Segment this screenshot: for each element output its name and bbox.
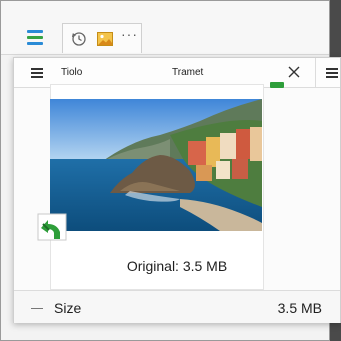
header-tab-left[interactable]: Tiolo [61,67,82,78]
screen: ··· Tiolo Tramet Original: 3.5 MB Size 3… [0,0,341,341]
size-label: Size [54,300,82,316]
original-size-caption: Original: 3.5 MB [126,258,228,274]
side-menu-icon[interactable] [326,68,338,78]
footer-dash [31,308,43,309]
dialog-footer: Size 3.5 MB [14,290,340,323]
image-icon[interactable] [97,32,113,46]
preview-image [50,99,262,231]
history-icon[interactable] [71,31,87,47]
green-status-mark [270,82,284,88]
app-toolbar: ··· [1,1,329,55]
tool-group: ··· [62,23,142,53]
green-refresh-icon[interactable] [35,212,69,244]
header-divider [315,58,316,88]
header-title: Tramet [172,67,204,78]
hamburger-menu-icon[interactable] [31,68,43,78]
stacked-lines-icon[interactable] [27,30,43,46]
more-options-button[interactable]: ··· [121,26,138,42]
size-value: 3.5 MB [277,300,322,316]
close-icon[interactable] [288,66,300,78]
